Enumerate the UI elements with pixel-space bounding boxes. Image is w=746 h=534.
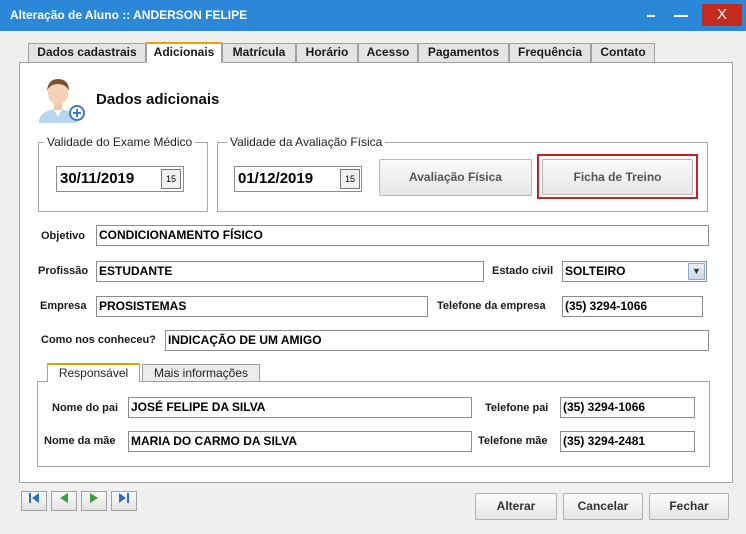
nome-mae-field[interactable]: MARIA DO CARMO DA SILVA xyxy=(128,431,472,452)
first-record-button[interactable] xyxy=(21,491,47,511)
tab-dados-cadastrais[interactable]: Dados cadastrais xyxy=(28,43,146,62)
como-conheceu-label: Como nos conheceu? xyxy=(41,334,156,346)
estado-civil-label: Estado civil xyxy=(492,265,554,277)
como-conheceu-field[interactable]: INDICAÇÃO DE UM AMIGO xyxy=(165,330,709,351)
avaliacao-fisica-date-value: 01/12/2019 xyxy=(238,170,314,187)
minimize-button[interactable] xyxy=(636,4,666,26)
nome-pai-field[interactable]: JOSÉ FELIPE DA SILVA xyxy=(128,397,472,418)
alterar-button[interactable]: Alterar xyxy=(475,493,557,520)
tab-acesso[interactable]: Acesso xyxy=(358,43,418,62)
telefone-mae-label: Telefone mãe xyxy=(478,435,548,447)
tab-contato[interactable]: Contato xyxy=(591,43,655,62)
telefone-empresa-label: Telefone da empresa xyxy=(437,300,546,312)
exame-medico-date-value: 30/11/2019 xyxy=(60,170,135,187)
telefone-pai-label: Telefone pai xyxy=(485,402,549,414)
nome-pai-label: Nome do pai xyxy=(52,402,119,414)
tab-frequencia[interactable]: Frequência xyxy=(509,43,591,62)
objetivo-label: Objetivo xyxy=(41,230,86,242)
window-title: Alteração de Aluno :: ANDERSON FELIPE xyxy=(10,8,248,22)
section-title: Dados adicionais xyxy=(96,91,220,108)
group-exame-medico-label: Validade do Exame Médico xyxy=(44,135,196,149)
next-icon xyxy=(90,493,98,503)
last-icon xyxy=(119,493,129,503)
empresa-field[interactable]: PROSISTEMAS xyxy=(96,296,428,317)
close-button[interactable]: X xyxy=(702,4,742,26)
ficha-treino-button[interactable]: Ficha de Treino xyxy=(542,159,693,195)
calendar-icon[interactable]: 15 xyxy=(161,169,181,189)
avaliacao-fisica-button[interactable]: Avaliação Física xyxy=(379,159,532,196)
telefone-mae-field[interactable]: (35) 3294-2481 xyxy=(560,431,695,452)
maximize-icon xyxy=(674,15,688,18)
calendar-icon[interactable]: 15 xyxy=(340,169,360,189)
last-record-button[interactable] xyxy=(111,491,137,511)
tab-matricula[interactable]: Matrícula xyxy=(222,43,296,62)
minimize-icon xyxy=(647,15,655,18)
user-add-icon xyxy=(38,73,88,133)
cancelar-button[interactable]: Cancelar xyxy=(563,493,643,520)
maximize-button[interactable] xyxy=(666,4,696,26)
group-avaliacao-fisica-label: Validade da Avaliação Física xyxy=(227,135,386,149)
estado-civil-select[interactable]: SOLTEIRO xyxy=(562,261,707,282)
responsavel-panel xyxy=(37,381,710,467)
telefone-pai-field[interactable]: (35) 3294-1066 xyxy=(560,397,695,418)
nome-mae-label: Nome da mãe xyxy=(44,435,116,447)
next-record-button[interactable] xyxy=(81,491,107,511)
empresa-label: Empresa xyxy=(40,300,87,312)
objetivo-field[interactable]: CONDICIONAMENTO FÍSICO xyxy=(96,225,709,246)
tab-adicionais[interactable]: Adicionais xyxy=(146,42,222,63)
first-icon xyxy=(29,493,39,503)
fechar-button[interactable]: Fechar xyxy=(649,493,729,520)
tab-responsavel[interactable]: Responsável xyxy=(47,363,140,382)
telefone-empresa-field[interactable]: (35) 3294-1066 xyxy=(562,296,703,317)
previous-icon xyxy=(60,493,68,503)
chevron-down-icon[interactable]: ▼ xyxy=(688,263,705,280)
estado-civil-value: SOLTEIRO xyxy=(565,264,626,278)
previous-record-button[interactable] xyxy=(51,491,77,511)
profissao-label: Profissão xyxy=(38,265,89,277)
profissao-field[interactable]: ESTUDANTE xyxy=(96,261,484,282)
tab-mais-informacoes[interactable]: Mais informações xyxy=(142,364,260,382)
tab-horario[interactable]: Horário xyxy=(296,43,358,62)
close-icon: X xyxy=(716,6,727,23)
tab-pagamentos[interactable]: Pagamentos xyxy=(418,43,509,62)
